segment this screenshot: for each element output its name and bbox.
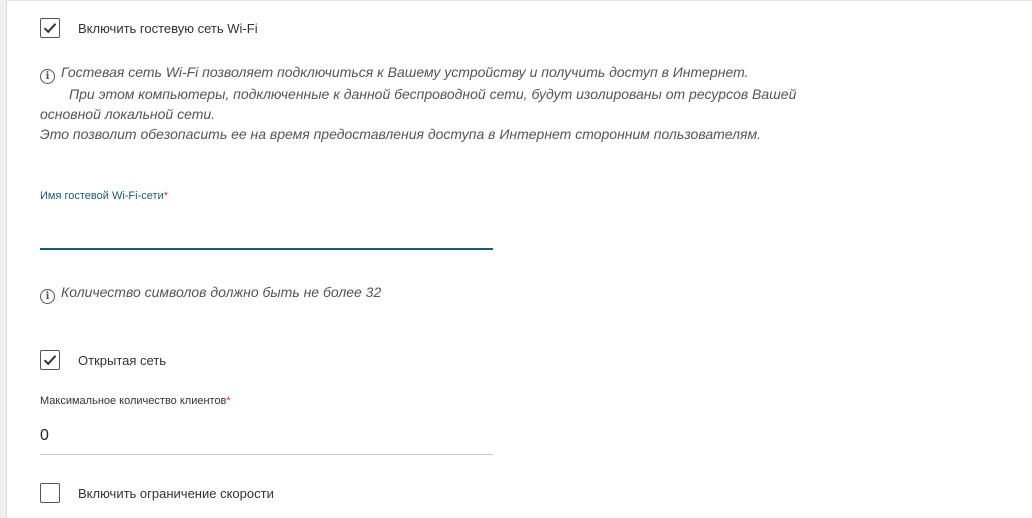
info-circle-icon: i bbox=[40, 289, 55, 304]
max-clients-input[interactable] bbox=[40, 423, 493, 449]
open-network-checkbox-row[interactable]: Открытая сеть bbox=[40, 350, 166, 370]
enable-guest-wifi-checkbox[interactable] bbox=[40, 18, 60, 38]
required-mark: * bbox=[226, 395, 231, 407]
checkmark-icon bbox=[43, 23, 57, 34]
max-clients-label-text: Максимальное количество клиентов bbox=[40, 395, 227, 407]
info-line-3: основной локальной сети. bbox=[40, 106, 216, 122]
info-circle-icon: i bbox=[40, 69, 55, 84]
info-line-4: Это позволит обезопасить ее на время пре… bbox=[40, 126, 761, 142]
ssid-label-text: Имя гостевой Wi-Fi-сети bbox=[40, 190, 164, 202]
max-clients-label: Максимальное количество клиентов* bbox=[40, 395, 231, 407]
left-panel-border bbox=[0, 0, 7, 518]
open-network-checkbox[interactable] bbox=[40, 350, 60, 370]
required-mark: * bbox=[163, 190, 168, 202]
info-line-2: При этом компьютеры, подключенные к данн… bbox=[69, 86, 797, 102]
top-divider bbox=[6, 0, 1032, 1]
ssid-length-hint: i Количество символов должно быть не боле… bbox=[40, 282, 381, 304]
ssid-hint-text: Количество символов должно быть не более… bbox=[61, 284, 382, 300]
guest-wifi-info: i Гостевая сеть Wi-Fi позволяет подключит… bbox=[40, 62, 1000, 144]
open-network-label: Открытая сеть bbox=[78, 352, 167, 368]
ssid-input-wrapper bbox=[40, 222, 493, 250]
ssid-field-label: Имя гостевой Wi-Fi-сети* bbox=[40, 190, 168, 202]
guest-wifi-settings-page: Включить гостевую сеть Wi-Fi i Гостевая с… bbox=[0, 0, 1032, 518]
speed-limit-label: Включить ограничение скорости bbox=[78, 485, 274, 501]
enable-guest-wifi-label: Включить гостевую сеть Wi-Fi bbox=[78, 20, 258, 36]
speed-limit-checkbox-row[interactable]: Включить ограничение скорости bbox=[40, 483, 274, 503]
max-clients-input-wrapper bbox=[40, 423, 493, 455]
ssid-input[interactable] bbox=[40, 222, 493, 248]
speed-limit-checkbox[interactable] bbox=[40, 483, 60, 503]
enable-guest-wifi-checkbox-row[interactable]: Включить гостевую сеть Wi-Fi bbox=[40, 18, 258, 38]
info-line-1: Гостевая сеть Wi-Fi позволяет подключить… bbox=[61, 64, 749, 80]
checkmark-icon bbox=[43, 355, 57, 366]
